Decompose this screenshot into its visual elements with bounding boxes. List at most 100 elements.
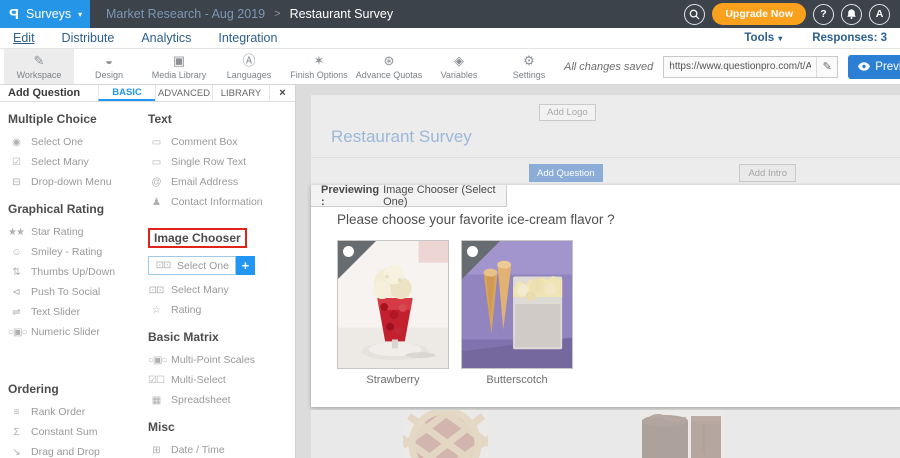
eye-icon bbox=[858, 62, 870, 71]
image-option-butterscotch[interactable] bbox=[461, 240, 573, 369]
text-field-icon: ▭ bbox=[148, 157, 164, 168]
chocolate-cake-image bbox=[640, 410, 725, 458]
image-select-one-box[interactable]: ⊡⊡ Select One bbox=[148, 256, 236, 275]
toolbar-item-advance-quotas[interactable]: ⊛ Advance Quotas bbox=[354, 49, 424, 84]
option-radio-button[interactable] bbox=[467, 246, 478, 257]
workspace-icon: ✎ bbox=[34, 54, 45, 67]
qtype-multi-select[interactable]: ☑☐ Multi-Select bbox=[148, 374, 290, 386]
qtype-select-many[interactable]: ☑ Select Many bbox=[8, 156, 148, 168]
breadcrumb: Market Research - Aug 2019 > Restaurant … bbox=[106, 7, 393, 21]
upgrade-now-button[interactable]: Upgrade Now bbox=[712, 3, 806, 25]
tab-integration[interactable]: Integration bbox=[218, 31, 277, 45]
help-button[interactable]: ? bbox=[813, 4, 834, 25]
image-options bbox=[337, 240, 573, 369]
topbar-actions: Upgrade Now ? A bbox=[684, 3, 900, 25]
survey-url-box: ✎ bbox=[663, 56, 838, 78]
qtype-comment-box[interactable]: ▭ Comment Box bbox=[148, 136, 290, 148]
image-option-strawberry[interactable] bbox=[337, 240, 449, 369]
qtype-dropdown-menu[interactable]: ⊟ Drop-down Menu bbox=[8, 176, 148, 188]
thumbs-icon: ⇅ bbox=[8, 267, 24, 278]
rating-icon: ☆ bbox=[148, 305, 164, 316]
multi-point-icon: ○▣○ bbox=[148, 355, 164, 366]
qtype-thumbs-up-down[interactable]: ⇅ Thumbs Up/Down bbox=[8, 266, 148, 278]
qtype-drag-and-drop[interactable]: ↘ Drag and Drop bbox=[8, 446, 148, 458]
breadcrumb-parent[interactable]: Market Research - Aug 2019 bbox=[106, 7, 265, 21]
previewing-tab: Previewing : Image Chooser (Select One) bbox=[311, 185, 507, 207]
translate-icon: Ⓐ bbox=[242, 54, 255, 67]
qtype-single-row-text[interactable]: ▭ Single Row Text bbox=[148, 156, 290, 168]
survey-title[interactable]: Restaurant Survey bbox=[331, 127, 472, 147]
tab-analytics[interactable]: Analytics bbox=[141, 31, 191, 45]
toolbar-item-languages[interactable]: Ⓐ Languages bbox=[214, 49, 284, 84]
palette-icon: ◒ bbox=[105, 54, 113, 67]
option-radio-button[interactable] bbox=[343, 246, 354, 257]
edit-url-icon[interactable]: ✎ bbox=[816, 57, 837, 77]
qtype-constant-sum[interactable]: Σ Constant Sum bbox=[8, 426, 148, 438]
previewing-label: Previewing : bbox=[321, 184, 379, 208]
image-frames-icon: ⊡⊡ bbox=[155, 260, 171, 271]
surveys-nav-label: Surveys bbox=[26, 7, 71, 21]
person-icon: ♟ bbox=[148, 197, 164, 208]
bell-icon bbox=[846, 8, 857, 20]
toolbar-item-media-library[interactable]: ▣ Media Library bbox=[144, 49, 214, 84]
search-button[interactable] bbox=[684, 4, 705, 25]
radio-list-icon: ◉ bbox=[8, 137, 24, 148]
surveys-nav-menu[interactable]: P Surveys ▾ bbox=[0, 0, 90, 28]
toolbar-item-finish-options[interactable]: ✶ Finish Options bbox=[284, 49, 354, 84]
option-label-strawberry: Strawberry bbox=[337, 374, 449, 386]
qtype-push-to-social[interactable]: ⊲ Push To Social bbox=[8, 286, 148, 298]
qtype-spreadsheet[interactable]: ▦ Spreadsheet bbox=[148, 394, 290, 406]
survey-url-input[interactable] bbox=[664, 61, 816, 72]
toolbar-item-workspace[interactable]: ✎ Workspace bbox=[4, 49, 74, 84]
tools-label: Tools bbox=[744, 32, 774, 44]
question-preview-panel: Previewing : Image Chooser (Select One) … bbox=[311, 185, 900, 407]
qtype-image-select-many[interactable]: ⊡⊡ Select Many bbox=[148, 284, 290, 296]
add-intro-button[interactable]: Add Intro bbox=[739, 164, 796, 182]
section-graphical-rating: Graphical Rating bbox=[8, 202, 148, 216]
responses-link[interactable]: Responses: 3 bbox=[812, 32, 887, 44]
editor-toolbar: ✎ Workspace ◒ Design ▣ Media Library Ⓐ L… bbox=[0, 49, 900, 85]
add-question-button[interactable]: Add Question bbox=[529, 164, 603, 182]
checkbox-list-icon: ☑ bbox=[8, 157, 24, 168]
toolbar-item-settings[interactable]: ⚙ Settings bbox=[494, 49, 564, 84]
next-question-dimmed-area bbox=[311, 410, 900, 458]
qtype-multi-point-scales[interactable]: ○▣○ Multi-Point Scales bbox=[148, 354, 290, 366]
notifications-button[interactable] bbox=[841, 4, 862, 25]
add-question-header: Add Question BASIC ADVANCED LIBRARY × bbox=[0, 85, 295, 102]
add-logo-button[interactable]: Add Logo bbox=[539, 104, 596, 121]
section-multiple-choice: Multiple Choice bbox=[8, 112, 148, 126]
option-label-butterscotch: Butterscotch bbox=[461, 374, 573, 386]
qtype-star-rating[interactable]: ★★ Star Rating bbox=[8, 226, 148, 238]
preview-button[interactable]: Preview bbox=[848, 55, 900, 79]
tab-basic[interactable]: BASIC bbox=[98, 85, 155, 101]
qtype-email-address[interactable]: @ Email Address bbox=[148, 176, 290, 188]
toolbar-item-design[interactable]: ◒ Design bbox=[74, 49, 144, 84]
top-bar: P Surveys ▾ Market Research - Aug 2019 >… bbox=[0, 0, 900, 28]
qtype-numeric-slider[interactable]: ○▣○ Numeric Slider bbox=[8, 326, 148, 338]
questionpro-logo-icon: P bbox=[9, 6, 19, 23]
tools-menu[interactable]: Tools ▾ bbox=[744, 32, 782, 44]
save-status: All changes saved bbox=[564, 61, 653, 73]
survey-header-card: Add Logo Restaurant Survey Add Question … bbox=[311, 95, 900, 185]
section-misc: Misc bbox=[148, 420, 290, 434]
ordered-list-icon: ≡ bbox=[8, 407, 24, 418]
qtype-image-select-one[interactable]: ⊡⊡ Select One + bbox=[148, 256, 290, 275]
comment-box-icon: ▭ bbox=[148, 137, 164, 148]
qtype-text-slider[interactable]: ⇌ Text Slider bbox=[8, 306, 148, 318]
tab-distribute[interactable]: Distribute bbox=[62, 31, 115, 45]
tab-edit[interactable]: Edit bbox=[13, 31, 35, 45]
qtype-date-time[interactable]: ⊞ Date / Time bbox=[148, 444, 290, 456]
qtype-rank-order[interactable]: ≡ Rank Order bbox=[8, 406, 148, 418]
qtype-contact-information[interactable]: ♟ Contact Information bbox=[148, 196, 290, 208]
qtype-select-one[interactable]: ◉ Select One bbox=[8, 136, 148, 148]
qtype-smiley-rating[interactable]: ☺ Smiley - Rating bbox=[8, 246, 148, 258]
add-question-type-button[interactable]: + bbox=[236, 256, 255, 275]
quotas-icon: ⊛ bbox=[384, 54, 395, 67]
avatar[interactable]: A bbox=[869, 4, 890, 25]
qtype-image-rating[interactable]: ☆ Rating bbox=[148, 304, 290, 316]
close-icon[interactable]: × bbox=[269, 85, 295, 101]
toolbar-item-variables[interactable]: ◈ Variables bbox=[424, 49, 494, 84]
tab-library[interactable]: LIBRARY bbox=[212, 85, 269, 101]
tab-advanced[interactable]: ADVANCED bbox=[155, 85, 212, 101]
previewing-value: Image Chooser (Select One) bbox=[383, 184, 506, 208]
